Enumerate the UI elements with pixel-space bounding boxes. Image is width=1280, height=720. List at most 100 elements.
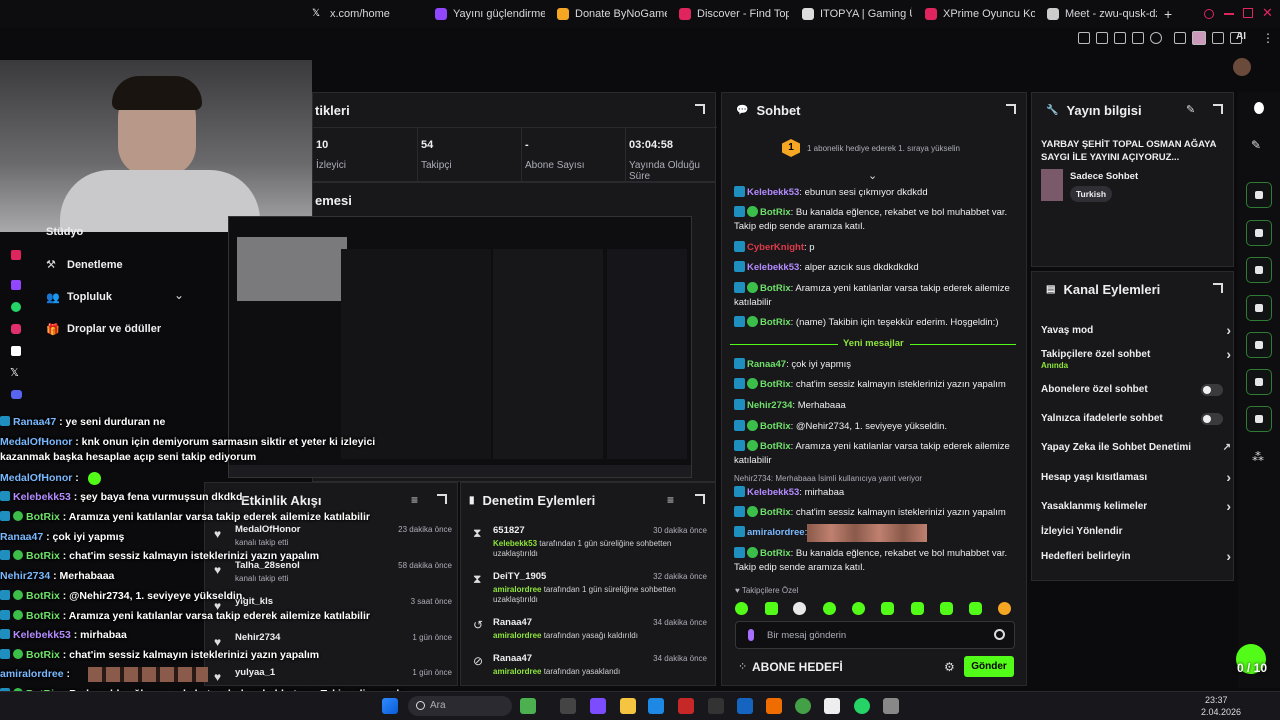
- mic-icon[interactable]: [748, 629, 754, 641]
- app-icon[interactable]: [560, 698, 576, 714]
- heart-icon[interactable]: [1150, 32, 1162, 44]
- rail-button[interactable]: [1246, 369, 1272, 395]
- minimize-icon[interactable]: [1224, 13, 1234, 15]
- emote-icon[interactable]: [852, 602, 865, 615]
- chat-message[interactable]: BotRix: Bu kanalda eğlence, rekabet ve b…: [734, 206, 1014, 234]
- chat-message[interactable]: BotRix: Bu kanalda eğlence, rekabet ve b…: [734, 547, 1014, 575]
- chat-username[interactable]: Nehir2734: [747, 400, 792, 411]
- activity-feed-item[interactable]: ♥ Talha_28senol kanalı takip etti 58 dakika…: [212, 560, 452, 590]
- chrome-icon[interactable]: [795, 698, 811, 714]
- channel-action-item[interactable]: Takipçilere özel sohbet Anında ›: [1041, 346, 1231, 370]
- whatsapp-icon[interactable]: [11, 302, 21, 312]
- rail-button[interactable]: [1246, 406, 1272, 432]
- pinned-message[interactable]: 1 abonelik hediye ederek 1. sıraya yükse…: [807, 144, 960, 153]
- app-icon[interactable]: [883, 698, 899, 714]
- chat-username[interactable]: Ranaa47: [747, 359, 786, 370]
- chat-message[interactable]: BotRix: chat'im sessiz kalmayın istekler…: [734, 506, 1014, 520]
- chat-username[interactable]: BotRix: [760, 283, 791, 294]
- chat-username[interactable]: amiralordree: [747, 527, 805, 538]
- user-avatar[interactable]: [1233, 58, 1251, 76]
- search-icon[interactable]: [1204, 9, 1214, 19]
- app-icon[interactable]: [590, 698, 606, 714]
- mod-action-item[interactable]: ⧗ 651827 Kelebekk53 tarafından 1 gün sürel…: [470, 524, 715, 558]
- chat-message[interactable]: Kelebekk53: ebunun sesi çıkmıyor dkdkdd: [734, 186, 1014, 200]
- chat-username[interactable]: Kelebekk53: [747, 187, 799, 198]
- close-icon[interactable]: ✕: [1262, 5, 1273, 21]
- chat-message[interactable]: Kelebekk53: mirhabaa: [734, 486, 1014, 500]
- menu-item-drops[interactable]: Droplar ve ödüller: [67, 323, 161, 335]
- toggle-switch[interactable]: [1201, 413, 1223, 425]
- chevron-right-icon[interactable]: ›: [1226, 548, 1231, 564]
- emote-icon[interactable]: [793, 602, 806, 615]
- rail-button[interactable]: [1246, 295, 1272, 321]
- mod-action-item[interactable]: ↺ Ranaa47 amiralordree tarafından yasağı k…: [470, 616, 715, 650]
- chat-username[interactable]: Kelebekk53: [747, 262, 799, 273]
- chat-message[interactable]: BotRix: chat'im sessiz kalmayın istekler…: [734, 378, 1014, 392]
- channel-action-item[interactable]: Hesap yaşı kısıtlaması ›: [1041, 469, 1231, 492]
- download-icon[interactable]: [1212, 32, 1224, 44]
- chat-username[interactable]: BotRix: [760, 207, 791, 218]
- new-tab-button[interactable]: +: [1164, 4, 1178, 24]
- puzzle-icon[interactable]: [1174, 32, 1186, 44]
- whatsapp-icon[interactable]: [854, 698, 870, 714]
- app-icon[interactable]: [520, 698, 536, 714]
- chevron-right-icon[interactable]: ›: [1226, 346, 1231, 362]
- emote-icon[interactable]: [998, 602, 1011, 615]
- filter-icon[interactable]: ≡: [411, 493, 418, 507]
- screenshot-icon[interactable]: [1096, 32, 1108, 44]
- rail-button[interactable]: [1246, 220, 1272, 246]
- maximize-icon[interactable]: [1243, 8, 1253, 18]
- info-icon[interactable]: [1254, 102, 1264, 114]
- chat-message[interactable]: Nehir2734: Merhabaaa: [734, 399, 1014, 413]
- menu-item-community[interactable]: Topluluk: [67, 291, 112, 303]
- channel-action-item[interactable]: Yasaklanmış kelimeler ›: [1041, 498, 1231, 521]
- chat-input[interactable]: Bir mesaj gönderin: [735, 621, 1015, 649]
- browser-tab[interactable]: Discover - Find Top Ble: [679, 4, 789, 24]
- send-button[interactable]: Gönder: [964, 656, 1014, 677]
- settings-dots-icon[interactable]: ⁘: [738, 660, 750, 673]
- browser-tab[interactable]: Yayını güçlendirmek iç: [435, 4, 545, 24]
- expand-icon[interactable]: [695, 104, 705, 114]
- browser-tab[interactable]: ITOPYA | Gaming Ürünle: [802, 4, 912, 24]
- expand-icon[interactable]: [695, 494, 705, 504]
- channel-action-item[interactable]: İzleyici Yönlendir: [1041, 526, 1231, 546]
- toggle-switch[interactable]: [1201, 384, 1223, 396]
- pencil-icon[interactable]: ✎: [1251, 138, 1261, 152]
- channel-action-item[interactable]: Yavaş mod ›: [1041, 322, 1231, 345]
- taskbar-search[interactable]: Ara: [408, 696, 512, 716]
- expand-icon[interactable]: [437, 494, 447, 504]
- chat-message[interactable]: BotRix: @Nehir2734, 1. seviyeye yükseldi…: [734, 420, 1014, 434]
- language-tag[interactable]: Turkish: [1070, 186, 1113, 202]
- edit-icon[interactable]: ✎: [1186, 103, 1195, 116]
- chat-username[interactable]: BotRix: [760, 548, 791, 559]
- chat-username[interactable]: BotRix: [760, 421, 791, 432]
- app-icon[interactable]: [824, 698, 840, 714]
- channel-action-item[interactable]: Yalnızca ifadelerle sohbet: [1041, 413, 1231, 433]
- chevron-right-icon[interactable]: ›: [1226, 469, 1231, 485]
- channel-action-item[interactable]: Hedefleri belirleyin ›: [1041, 548, 1231, 571]
- clock-date[interactable]: 2.04.2026: [1201, 707, 1241, 717]
- emoji-icon[interactable]: [994, 629, 1005, 640]
- chat-message[interactable]: Ranaa47: çok iyi yapmış: [734, 358, 1014, 372]
- more-icon[interactable]: ⋮: [1262, 31, 1274, 45]
- menu-item-studio[interactable]: Stüdyo: [46, 226, 83, 238]
- folder-icon[interactable]: [620, 698, 636, 714]
- chat-message[interactable]: Kelebekk53: alper azıcık sus dkdkdkdkd: [734, 261, 1014, 275]
- pin-chevron-icon[interactable]: ⌄: [868, 169, 877, 182]
- windows-start-icon[interactable]: [382, 698, 398, 714]
- instagram-icon[interactable]: [11, 324, 21, 334]
- browser-tab[interactable]: XPrime Oyuncu Koltuğu: [925, 4, 1035, 24]
- chevron-right-icon[interactable]: ›: [1226, 498, 1231, 514]
- chat-message[interactable]: amiralordree:: [734, 526, 1014, 540]
- edge-icon[interactable]: [648, 698, 664, 714]
- menu-item-moderation[interactable]: Denetleme: [67, 259, 123, 271]
- emote-icon[interactable]: [823, 602, 836, 615]
- app-icon[interactable]: [678, 698, 694, 714]
- rail-button[interactable]: [1246, 182, 1272, 208]
- app-icon[interactable]: [708, 698, 724, 714]
- expand-icon[interactable]: [1213, 283, 1223, 293]
- chat-username[interactable]: BotRix: [760, 379, 791, 390]
- extension-icon[interactable]: [1114, 32, 1126, 44]
- twitch-icon[interactable]: [11, 280, 21, 290]
- chat-username[interactable]: BotRix: [760, 507, 791, 518]
